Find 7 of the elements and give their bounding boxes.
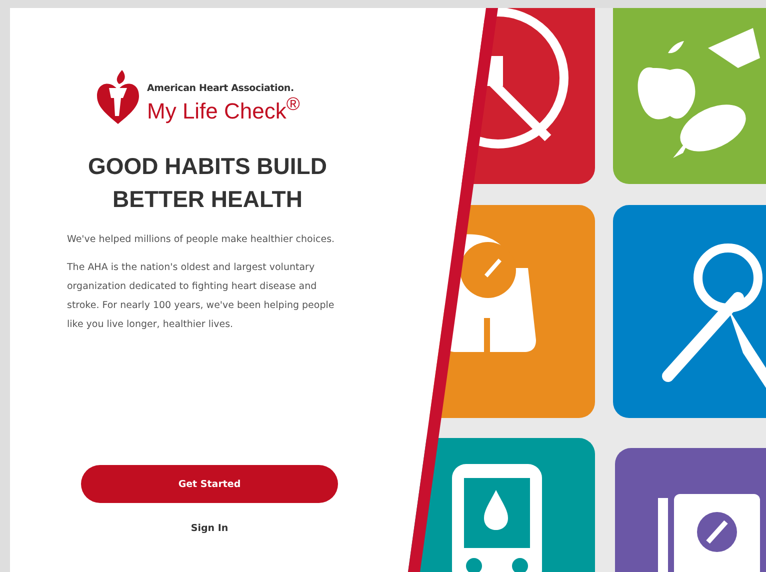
product-name: My Life Check$^{®}$: [147, 94, 300, 124]
sign-in-link[interactable]: Sign In: [186, 521, 232, 536]
organization-name: American Heart Association.: [147, 83, 295, 94]
get-started-button[interactable]: Get Started: [81, 465, 338, 503]
intro-paragraph: The AHA is the nation's oldest and largest voluntary organization dedicated to fighting heart disease and stroke. For nearly 100 years, we've been helping people like you live longer, healthier lives.: [67, 261, 336, 332]
intro-paragraph: We've helped millions of people make healthier choices.: [67, 233, 336, 247]
headline: GOOD HABITS BUILD BETTER HEALTH: [87, 152, 328, 214]
